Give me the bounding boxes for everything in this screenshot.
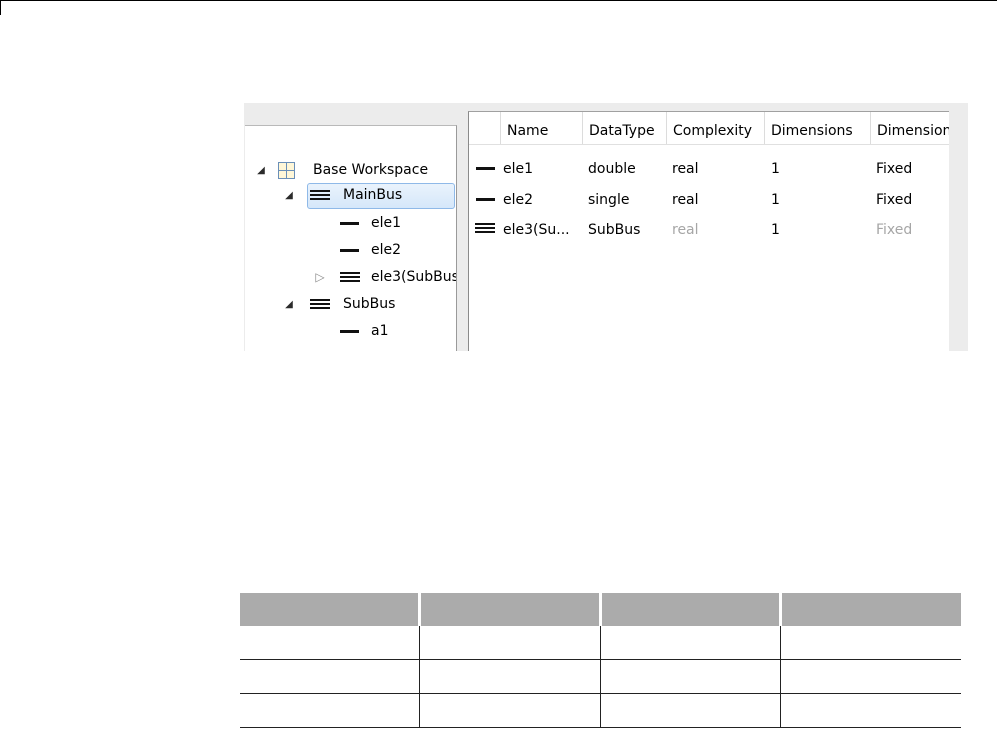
bus-editor-screenshot: ◢ Base Workspace ◢ MainBus ele1 ele2 ▷ e… [244, 103, 968, 351]
expand-triangle-icon[interactable]: ◢ [283, 190, 295, 201]
table-row [240, 626, 961, 660]
tree-item-label: a2 [371, 350, 389, 351]
signal-icon [476, 167, 495, 170]
cell-dimensions-mode[interactable]: Fixed [876, 154, 912, 184]
table-header-cell [600, 593, 783, 626]
signal-icon [340, 222, 359, 225]
table-cell [240, 626, 420, 660]
collapse-triangle-icon[interactable]: ▷ [314, 270, 326, 284]
tree-item-ele1[interactable]: ele1 [245, 210, 456, 236]
cell-datatype[interactable]: SubBus [588, 215, 640, 245]
signal-icon [340, 249, 359, 252]
tree-item-label: ele2 [371, 242, 402, 258]
tree-item-label: ele3(SubBus) [371, 269, 457, 285]
cell-datatype[interactable]: double [588, 154, 636, 184]
cell-name[interactable]: ele3(Su... [503, 215, 570, 245]
bus-elements-grid: Name DataType Complexity Dimensions Dime… [468, 111, 949, 351]
signal-icon [476, 198, 495, 201]
tree-item-label: ele1 [371, 215, 402, 231]
tree-item-ele2[interactable]: ele2 [245, 237, 456, 263]
cell-dimensions-mode: Fixed [876, 222, 913, 238]
table-cell [600, 659, 782, 694]
workspace-icon [278, 162, 295, 179]
grid-row-ele1[interactable]: ele1 double real 1 Fixed [469, 154, 949, 184]
cell-dimensions[interactable]: 1 [771, 185, 780, 215]
table-cell [419, 626, 601, 660]
grid-header-datatype[interactable]: DataType [583, 112, 667, 144]
cell-dimensions[interactable]: 1 [771, 154, 780, 184]
table-header-cell [419, 593, 602, 626]
tree-item-label: SubBus [343, 296, 396, 312]
table-cell [240, 693, 420, 728]
table-row [240, 693, 961, 728]
cell-dimensions[interactable]: 1 [771, 215, 780, 245]
table-cell [240, 659, 420, 694]
bus-icon [310, 299, 330, 311]
table-header-cell [780, 593, 961, 626]
cell-dimensions-mode[interactable]: Fixed [876, 185, 912, 215]
table-header-row [240, 593, 961, 626]
tree-item-label: MainBus [343, 187, 403, 203]
tree-item-mainbus[interactable]: ◢ MainBus [245, 182, 456, 208]
cell-name[interactable]: ele1 [503, 154, 533, 184]
table-cell [780, 659, 961, 694]
tree-item-a1[interactable]: a1 [245, 318, 456, 344]
cell-datatype[interactable]: single [588, 185, 629, 215]
cell-name[interactable]: ele2 [503, 185, 533, 215]
cell-complexity: real [672, 222, 699, 238]
cell-complexity[interactable]: real [672, 154, 699, 184]
table-row [240, 659, 961, 694]
tree-item-label: Base Workspace [313, 162, 429, 178]
tree-item-base-workspace[interactable]: ◢ Base Workspace [245, 157, 456, 183]
expand-triangle-icon[interactable]: ◢ [255, 165, 267, 176]
grid-header-dimensions-mode[interactable]: Dimensions [871, 112, 949, 144]
page-top-rule [0, 0, 997, 1]
grid-row-ele3[interactable]: ele3(Su... SubBus real 1 Fixed [469, 215, 949, 245]
bus-icon [475, 223, 495, 235]
bus-icon [310, 190, 330, 202]
cell-complexity[interactable]: real [672, 185, 699, 215]
page-left-tick [0, 0, 1, 15]
table-cell [419, 693, 601, 728]
grid-header-icon-col[interactable] [469, 112, 501, 144]
table-header-cell [240, 593, 421, 626]
table-cell [600, 693, 782, 728]
grid-header-dimensions[interactable]: Dimensions [765, 112, 871, 144]
bus-icon [340, 272, 360, 284]
table-cell [600, 626, 782, 660]
grid-header-name[interactable]: Name [501, 112, 583, 144]
table-cell [419, 659, 601, 694]
bus-tree-pane: ◢ Base Workspace ◢ MainBus ele1 ele2 ▷ e… [245, 125, 457, 351]
tree-item-label: a1 [371, 323, 389, 339]
grid-row-ele2[interactable]: ele2 single real 1 Fixed [469, 185, 949, 215]
grid-header-row: Name DataType Complexity Dimensions Dime… [469, 112, 949, 145]
tree-item-subbus[interactable]: ◢ SubBus [245, 291, 456, 317]
table-cell [780, 693, 961, 728]
tree-item-a2[interactable]: a2 [245, 345, 456, 351]
empty-table [240, 593, 961, 728]
grid-header-complexity[interactable]: Complexity [667, 112, 765, 144]
signal-icon [340, 330, 359, 333]
expand-triangle-icon[interactable]: ◢ [283, 299, 295, 310]
tree-item-ele3[interactable]: ▷ ele3(SubBus) [245, 264, 456, 290]
table-cell [780, 626, 961, 660]
